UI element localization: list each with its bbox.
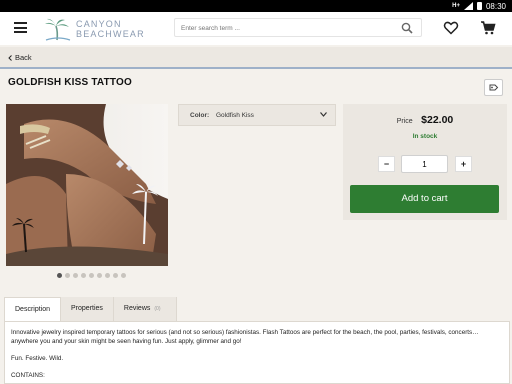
quantity-input[interactable]	[401, 155, 448, 173]
logo[interactable]: CANYON BEACHWEAR	[44, 18, 154, 42]
reviews-count: (0)	[154, 306, 161, 312]
back-label: Back	[15, 53, 32, 62]
price-label: Price	[396, 118, 413, 125]
description-contains: CONTAINS:	[11, 372, 45, 379]
image-pagination	[57, 273, 126, 278]
add-to-cart-button[interactable]: Add to cart	[350, 185, 499, 213]
chevron-left-icon	[8, 54, 12, 61]
status-bar: H+ 08:30	[0, 0, 512, 12]
color-label: Color:	[190, 112, 210, 119]
pagination-dot[interactable]	[105, 273, 110, 278]
color-value: Goldfish Kiss	[216, 112, 254, 119]
pagination-dot[interactable]	[57, 273, 62, 278]
color-selector[interactable]: Color: Goldfish Kiss	[178, 104, 336, 126]
tab-properties[interactable]: Properties	[61, 297, 114, 321]
heart-icon[interactable]	[443, 20, 459, 36]
chevron-down-icon	[320, 112, 327, 117]
description-paragraph: Innovative jewelry inspired temporary ta…	[11, 329, 479, 345]
share-button[interactable]	[484, 79, 503, 96]
tab-description[interactable]: Description	[4, 297, 62, 321]
share-icon	[489, 84, 499, 91]
quantity-decrease-button[interactable]: −	[378, 156, 395, 172]
stock-status: In stock	[412, 133, 438, 140]
pagination-dot[interactable]	[81, 273, 86, 278]
price: $22.00	[421, 114, 454, 126]
pagination-dot[interactable]	[65, 273, 70, 278]
search-box[interactable]	[174, 18, 422, 37]
tab-reviews-label: Reviews	[123, 305, 151, 312]
buy-box: Price $22.00 In stock − + Add to cart	[343, 104, 507, 220]
app-header: CANYON BEACHWEAR	[0, 12, 512, 45]
pagination-dot[interactable]	[113, 273, 118, 278]
logo-line1: CANYON	[76, 19, 122, 29]
menu-icon[interactable]	[14, 21, 30, 35]
battery-icon	[476, 2, 482, 10]
description-tagline: Fun. Festive. Wild.	[11, 355, 64, 362]
back-button[interactable]: Back	[8, 53, 32, 62]
tab-reviews[interactable]: Reviews (0)	[113, 297, 177, 321]
search-input[interactable]	[181, 22, 381, 34]
search-icon[interactable]	[401, 22, 413, 34]
signal-icon	[463, 2, 473, 10]
clock: 08:30	[485, 1, 506, 11]
cart-icon[interactable]	[480, 20, 496, 36]
pagination-dot[interactable]	[97, 273, 102, 278]
pagination-dot[interactable]	[89, 273, 94, 278]
product-title: GOLDFISH KISS TATTOO	[8, 77, 132, 88]
product-tabs: Description Properties Reviews (0)	[4, 297, 177, 321]
logo-line2: BEACHWEAR	[76, 29, 145, 39]
product-photo	[6, 104, 168, 266]
back-bar: Back	[0, 47, 512, 69]
pagination-dot[interactable]	[121, 273, 126, 278]
description-panel: Innovative jewelry inspired temporary ta…	[4, 321, 510, 384]
product-image[interactable]	[6, 104, 168, 266]
palm-tree-logo	[45, 18, 71, 41]
price-row: Price $22.00	[343, 110, 507, 128]
pagination-dot[interactable]	[73, 273, 78, 278]
network-type: H+	[452, 3, 460, 9]
quantity-increase-button[interactable]: +	[455, 156, 472, 172]
